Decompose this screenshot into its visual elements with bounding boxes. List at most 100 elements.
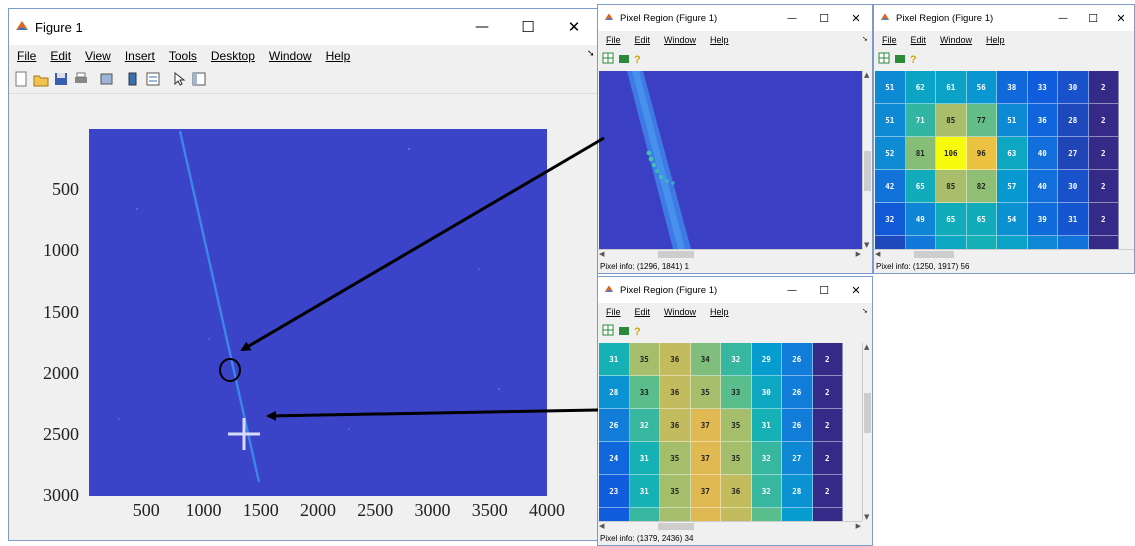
pixel-cell: 36 (660, 409, 691, 442)
pixel-cell: 31 (629, 475, 660, 508)
pr3-title: Pixel Region (Figure 1) (620, 284, 718, 296)
pointer-arrow-icon[interactable] (171, 71, 187, 92)
pr3-vertical-scrollbar[interactable]: ▲ ▼ (862, 343, 872, 521)
pixel-cell: 35 (660, 508, 691, 521)
help-icon[interactable]: ? (634, 326, 641, 338)
maximize-button[interactable]: ☐ (1078, 5, 1108, 31)
pixel-cell: 36 (721, 475, 752, 508)
pixel-cell: 2 (812, 508, 843, 521)
pixel-cell: 23 (599, 475, 630, 508)
pixel-cell: 29 (782, 508, 813, 521)
pr2-titlebar: Pixel Region (Figure 1) — ☐ ✕ (874, 5, 1134, 31)
help-icon[interactable]: ? (634, 54, 641, 66)
minimize-button[interactable]: — (459, 9, 505, 45)
pixel-cell: 35 (721, 442, 752, 475)
pr3-pixel-grid[interactable]: 31 35 36 34 32 29 26 2 28 33 36 35 33 30 26 2 26 32 36 37 35… (599, 343, 862, 521)
menu-tools[interactable]: Tools (169, 49, 197, 63)
pixel-cell: 62 (905, 71, 936, 104)
pixel-cell: 85 (936, 170, 967, 203)
pixel-cell: 96 (966, 137, 997, 170)
pixel-cell: 52 (875, 137, 906, 170)
pixel-cell: 65 (905, 170, 936, 203)
pixel-cell: 31 (751, 409, 782, 442)
minimize-button[interactable]: — (776, 5, 808, 31)
menu-window[interactable]: Window (664, 35, 696, 45)
image-axes[interactable] (89, 129, 547, 496)
dock-arrow-icon[interactable]: ➘ (862, 307, 868, 315)
pixel-cell: 35 (660, 475, 691, 508)
pixel-cell: 27 (1058, 137, 1089, 170)
pr2-pixel-grid[interactable]: 51 62 61 56 38 33 30 2 51 71 85 77 51 36 28 2 52 81 106 96 6… (875, 71, 1134, 249)
pixel-cell: 30 (1058, 71, 1089, 104)
close-button[interactable]: ✕ (551, 9, 597, 45)
menu-window[interactable]: Window (269, 49, 312, 63)
pixel-cell: 54 (997, 203, 1028, 236)
maximize-button[interactable]: ☐ (808, 5, 840, 31)
menu-help[interactable]: Help (710, 307, 729, 317)
x-tick-label: 2500 (357, 500, 394, 520)
pixel-grid-icon[interactable] (602, 51, 614, 69)
pixel-cell: 37 (690, 475, 721, 508)
menu-edit[interactable]: Edit (911, 35, 927, 45)
pixel-cell: 35 (721, 409, 752, 442)
y-tick-label: 1500 (43, 301, 79, 322)
menu-window[interactable]: Window (664, 307, 696, 317)
minimize-button[interactable]: — (776, 277, 808, 303)
menu-view[interactable]: View (85, 49, 111, 63)
pr1-titlebar: Pixel Region (Figure 1) — ☐ ✕ (598, 5, 872, 31)
y-tick-label: 1000 (43, 240, 79, 261)
pixel-region-window-1: Pixel Region (Figure 1) — ☐ ✕ File Edit … (597, 4, 873, 274)
close-button[interactable]: ✕ (840, 5, 872, 31)
menu-desktop[interactable]: Desktop (211, 49, 255, 63)
help-icon[interactable]: ? (910, 54, 917, 66)
pixel-cell: 2 (1088, 170, 1119, 203)
legend-icon[interactable] (145, 71, 161, 92)
pixel-cell: 81 (905, 137, 936, 170)
pr1-zoomed-image[interactable] (599, 71, 862, 249)
x-tick-label: 3500 (471, 500, 508, 520)
figure-titlebar: Figure 1 — ☐ ✕ (9, 9, 597, 45)
save-icon[interactable] (53, 71, 69, 92)
new-figure-icon[interactable] (13, 71, 29, 92)
menu-edit[interactable]: Edit (50, 49, 71, 63)
pixel-cell: 77 (966, 104, 997, 137)
pixel-cell: 65 (936, 203, 967, 236)
pr1-vertical-scrollbar[interactable]: ▲ ▼ (862, 71, 872, 249)
menu-insert[interactable]: Insert (125, 49, 155, 63)
maximize-button[interactable]: ☐ (808, 277, 840, 303)
dock-arrow-icon[interactable]: ➘ (587, 49, 595, 59)
image-info-icon[interactable] (618, 51, 630, 69)
link-plot-icon[interactable] (99, 71, 115, 92)
pixel-cell: 40 (1027, 170, 1058, 203)
menu-window[interactable]: Window (940, 35, 972, 45)
pixel-cell: 36 (660, 343, 691, 376)
close-button[interactable]: ✕ (1108, 5, 1134, 31)
close-button[interactable]: ✕ (840, 277, 872, 303)
print-icon[interactable] (73, 71, 89, 92)
pixel-cell: 61 (936, 71, 967, 104)
pixel-cell: 56 (966, 71, 997, 104)
menu-edit[interactable]: Edit (635, 35, 651, 45)
menu-help[interactable]: Help (986, 35, 1005, 45)
open-file-icon[interactable] (33, 71, 49, 92)
pr3-toolbar: ? (598, 323, 872, 341)
pixel-grid-icon[interactable] (878, 51, 890, 69)
minimize-button[interactable]: — (1048, 5, 1078, 31)
menu-help[interactable]: Help (326, 49, 351, 63)
menu-file[interactable]: File (606, 35, 621, 45)
menu-edit[interactable]: Edit (635, 307, 651, 317)
pixel-cell: 67 (966, 236, 997, 249)
dock-arrow-icon[interactable]: ➘ (862, 35, 868, 43)
pixel-grid-icon[interactable] (602, 323, 614, 341)
menu-file[interactable]: File (606, 307, 621, 317)
pixel-cell: 30 (1058, 170, 1089, 203)
menu-help[interactable]: Help (710, 35, 729, 45)
image-info-icon[interactable] (894, 51, 906, 69)
image-info-icon[interactable] (618, 323, 630, 341)
colorbar-icon[interactable] (125, 71, 141, 92)
menu-file[interactable]: File (882, 35, 897, 45)
property-editor-icon[interactable] (191, 71, 207, 92)
menu-file[interactable]: File (17, 49, 36, 63)
maximize-button[interactable]: ☐ (505, 9, 551, 45)
pr1-menubar: File Edit Window Help (598, 31, 872, 49)
